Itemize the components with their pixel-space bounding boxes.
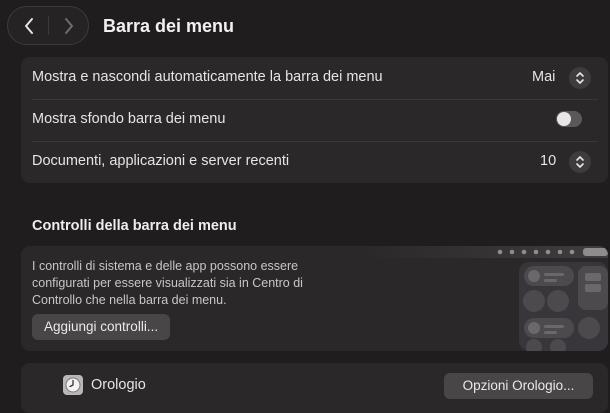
page-title: Barra dei menu <box>103 16 235 36</box>
clock-label: Orologio <box>91 377 146 393</box>
controls-panel: I controlli di sistema e delle app posso… <box>21 246 608 351</box>
chevron-up-down-icon <box>576 156 584 168</box>
forward-button[interactable] <box>49 7 89 44</box>
clock-row: Orologio Opzioni Orologio... <box>21 363 608 413</box>
chevron-right-icon <box>65 17 73 34</box>
settings-panel: Mostra e nascondi automaticamente la bar… <box>21 57 608 183</box>
clock-icon <box>63 375 83 395</box>
toolbar: Barra dei menu <box>0 0 610 54</box>
controls-description: I controlli di sistema e delle app posso… <box>32 259 303 307</box>
setting-label: Documenti, applicazioni e server recenti <box>32 153 290 169</box>
setting-row-background: Mostra sfondo barra dei menu <box>21 99 608 141</box>
add-controls-button[interactable]: Aggiungi controlli... <box>32 314 171 340</box>
setting-row-autohide: Mostra e nascondi automaticamente la bar… <box>21 57 608 99</box>
recent-value[interactable]: 10 <box>540 153 556 169</box>
clock-options-button[interactable]: Opzioni Orologio... <box>444 373 593 399</box>
background-toggle[interactable] <box>556 111 582 127</box>
autohide-value[interactable]: Mai <box>532 69 555 85</box>
back-button[interactable] <box>9 7 49 44</box>
setting-label: Mostra sfondo barra dei menu <box>32 111 226 127</box>
control-center-illustration <box>361 246 608 351</box>
autohide-stepper[interactable] <box>569 67 591 89</box>
setting-row-recent: Documenti, applicazioni e server recenti… <box>21 141 608 183</box>
setting-label: Mostra e nascondi automaticamente la bar… <box>32 69 383 85</box>
section-title: Controlli della barra dei menu <box>32 218 237 234</box>
chevron-up-down-icon <box>576 72 584 84</box>
toggle-knob <box>557 112 571 126</box>
recent-stepper[interactable] <box>569 151 591 173</box>
chevron-left-icon <box>25 17 33 34</box>
navigation-group <box>7 6 89 45</box>
